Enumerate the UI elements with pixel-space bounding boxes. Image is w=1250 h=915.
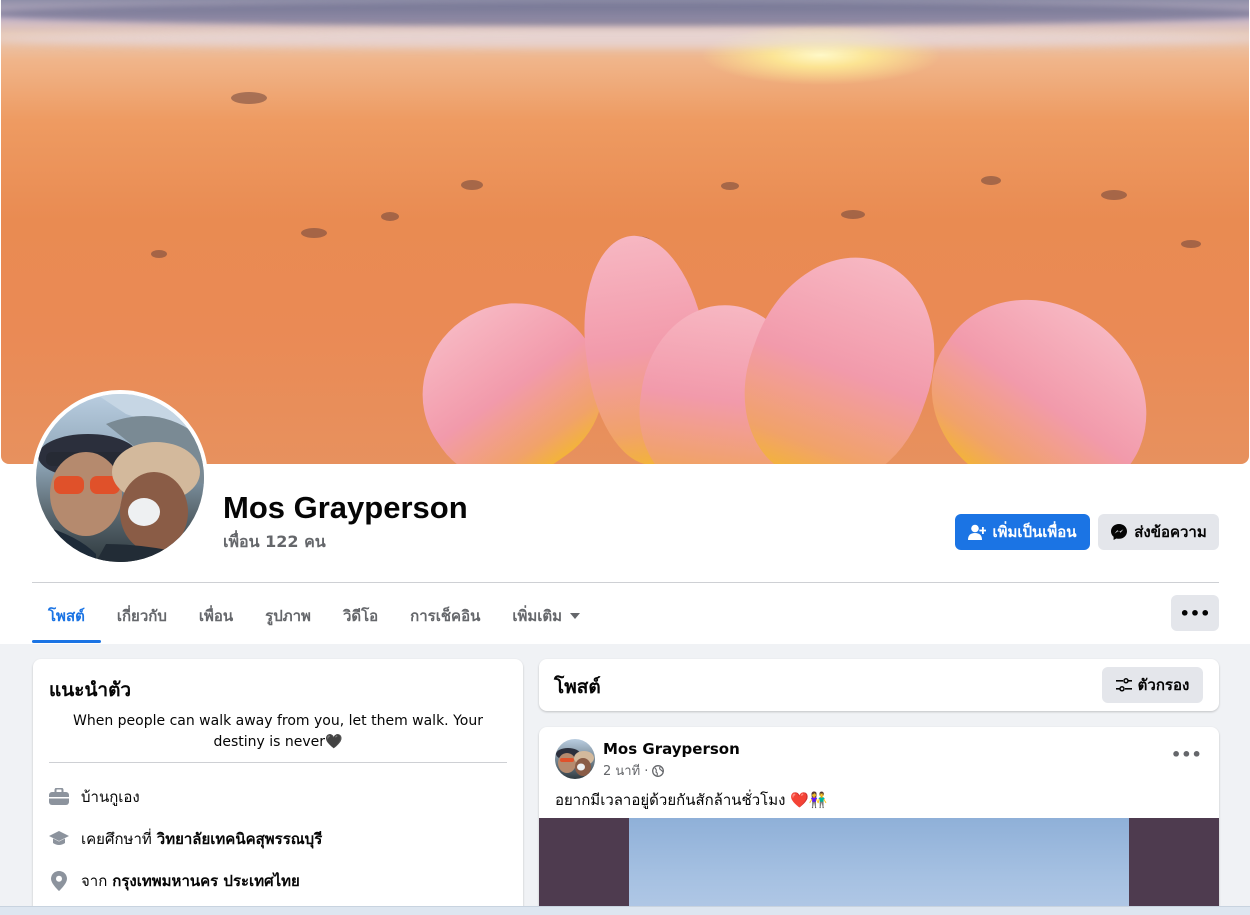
post-card: Mos Grayperson 2 นาที · ••• อยากมีเวลาอย… <box>539 727 1219 915</box>
cover-wave <box>1 2 1249 26</box>
post-media[interactable] <box>539 818 1219 915</box>
post-text: อยากมีเวลาอยู่ด้วยกันสักล้านชั่วโมง ❤️👫 <box>555 791 828 809</box>
tab-friends[interactable]: เพื่อน <box>183 590 249 642</box>
friends-count[interactable]: เพื่อน 122 คน <box>223 530 326 555</box>
cover-pebble <box>1101 190 1127 200</box>
from-value[interactable]: กรุงเทพมหานคร ประเทศไทย <box>112 869 300 893</box>
globe-icon <box>652 764 665 777</box>
tab-videos[interactable]: วิดีโอ <box>327 590 394 642</box>
cover-pebble <box>981 176 1001 185</box>
profile-header: Mos Grayperson เพื่อน 122 คน เพิ่มเป็นเพ… <box>0 0 1250 644</box>
post-more-button[interactable]: ••• <box>1171 745 1202 764</box>
profile-name: Mos Grayperson <box>223 490 468 525</box>
tab-label: รูปภาพ <box>265 607 311 625</box>
post-photo <box>629 818 1129 915</box>
post-meta: 2 นาที · <box>603 760 665 781</box>
tab-label: การเช็คอิน <box>410 607 481 625</box>
cover-pebble <box>721 182 739 190</box>
profile-tabs: โพสต์ เกี่ยวกับ เพื่อน รูปภาพ วิดีโอ การ… <box>32 590 596 643</box>
education-value[interactable]: วิทยาลัยเทคนิคสุพรรณบุรี <box>157 827 323 851</box>
intro-title: แนะนำตัว <box>49 679 132 701</box>
add-friend-label: เพิ่มเป็นเพื่อน <box>992 523 1077 541</box>
posts-header-card: โพสต์ ตัวกรอง <box>539 659 1219 711</box>
avatar-photo-icon <box>556 748 594 776</box>
tab-about[interactable]: เกี่ยวกับ <box>101 590 183 642</box>
cover-photo[interactable] <box>1 0 1249 464</box>
avatar <box>36 394 204 562</box>
header-divider <box>32 582 1219 583</box>
message-button[interactable]: ส่งข้อความ <box>1098 514 1219 550</box>
education-prefix: เคยศึกษาที่ <box>81 830 152 848</box>
cover-pebble <box>301 228 327 238</box>
cover-pebble <box>231 92 267 104</box>
tab-checkins[interactable]: การเช็คอิน <box>394 590 496 642</box>
tab-label: เกี่ยวกับ <box>116 607 167 625</box>
from-prefix: จาก <box>81 872 108 890</box>
tab-label: เพื่อน <box>198 607 234 625</box>
intro-education-row: เคยศึกษาที่ วิทยาลัยเทคนิคสุพรรณบุรี <box>49 827 322 851</box>
bottom-bar <box>0 906 1250 915</box>
filter-label: ตัวกรอง <box>1137 676 1190 694</box>
tab-photos[interactable]: รูปภาพ <box>249 590 327 642</box>
location-pin-icon <box>49 871 69 891</box>
post-author-avatar[interactable] <box>555 739 595 779</box>
graduation-cap-icon <box>49 829 69 849</box>
cover-pebble <box>461 180 483 190</box>
filter-button[interactable]: ตัวกรอง <box>1102 667 1203 703</box>
tab-posts[interactable]: โพสต์ <box>32 590 101 643</box>
messenger-icon <box>1111 524 1128 540</box>
cover-flower-petal <box>896 259 1186 464</box>
profile-more-button[interactable]: ••• <box>1171 595 1219 631</box>
post-author-name[interactable]: Mos Grayperson <box>603 740 740 758</box>
message-label: ส่งข้อความ <box>1134 523 1207 541</box>
cover-pebble <box>1181 240 1201 248</box>
intro-card: แนะนำตัว When people can walk away from … <box>33 659 523 915</box>
intro-divider <box>49 762 507 763</box>
tab-label: โพสต์ <box>48 607 85 625</box>
intro-work-row: บ้านกูเอง <box>49 785 140 809</box>
bio-text: When people can walk away from you, let … <box>73 713 483 750</box>
tab-more[interactable]: เพิ่มเติม <box>496 590 596 642</box>
tab-label: วิดีโอ <box>342 607 379 625</box>
tab-label: เพิ่มเติม <box>512 607 563 625</box>
intro-from-row: จาก กรุงเทพมหานคร ประเทศไทย <box>49 869 300 893</box>
cover-flower-petal <box>717 231 965 464</box>
cover-pebble <box>381 212 399 221</box>
posts-title: โพสต์ <box>554 676 601 698</box>
briefcase-icon <box>49 787 69 807</box>
filter-icon <box>1115 678 1132 692</box>
add-friend-button[interactable]: เพิ่มเป็นเพื่อน <box>955 514 1090 550</box>
cover-pebble <box>841 210 865 219</box>
work-text: บ้านกูเอง <box>81 788 140 806</box>
cover-wave <box>1 30 1249 48</box>
avatar-photo-icon <box>36 394 204 562</box>
post-time[interactable]: 2 นาที · <box>603 760 648 781</box>
profile-picture[interactable] <box>32 390 208 566</box>
chevron-down-icon <box>570 613 581 619</box>
add-friend-icon <box>968 524 987 540</box>
cover-pebble <box>151 250 167 258</box>
